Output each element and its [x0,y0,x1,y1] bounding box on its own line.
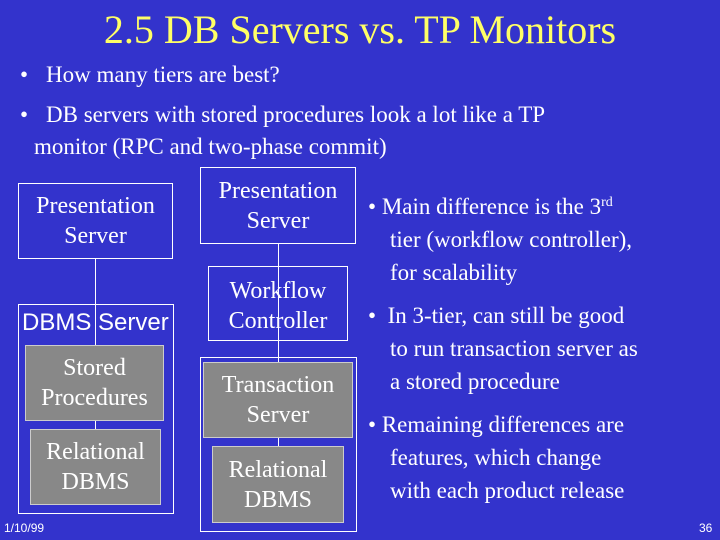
side-bullet-1-line1: Main difference is the 3 [381,194,602,219]
footer-date: 1/10/99 [4,521,45,535]
side-bullet-3-line1: Remaining differences are [381,412,625,437]
box-label: Server [246,207,310,234]
box-label: Relational [228,456,328,483]
bullet-icon: • [368,412,377,437]
box-label: DBMS [61,469,130,495]
side-bullet-2-line1: In 3-tier, can still be good [387,303,625,328]
box-label: Stored [63,355,126,381]
stored-procedures-box: Stored Procedures [25,345,164,421]
box-label: Workflow [229,277,327,304]
box-label: Presentation [36,193,155,219]
ordinal-suffix: rd [601,195,613,210]
side-bullet-2-line2: to run transaction server as [390,336,638,361]
box-label: Server [246,402,310,428]
side-bullet-3: • Remaining differences are features, wh… [368,408,624,507]
connector-line [278,438,279,446]
top-bullet-1: • How many tiers are best? [20,60,280,89]
side-bullet-1-line3: for scalability [390,260,518,285]
side-bullet-2: • In 3-tier, can still be good to run tr… [368,299,638,398]
side-bullet-1-line2: tier (workflow controller), [390,227,633,252]
bullet-icon: • [20,102,29,127]
left-relational-dbms-box: Relational DBMS [30,429,161,505]
connector-line [95,421,96,429]
left-presentation-server-box: Presentation Server [18,183,173,259]
top-bullet-2-line1: DB servers with stored procedures look a… [46,102,546,127]
box-label: Transaction [221,372,335,398]
slide-title: 2.5 DB Servers vs. TP Monitors [103,7,617,52]
side-bullet-1: • Main difference is the 3rd tier (workf… [368,190,632,289]
bullet-icon: • [20,62,29,87]
box-label: DBMS [243,486,313,513]
top-bullet-2: • DB servers with stored procedures look … [20,100,545,129]
top-bullet-2-line2: monitor (RPC and two-phase commit) [34,134,387,159]
right-relational-dbms-box: Relational DBMS [212,446,344,523]
dbms-server-label: DBMS Server [22,309,169,336]
box-label: Presentation [218,177,338,204]
bullet-icon: • [368,303,377,328]
page-number: 36 [699,521,713,535]
box-label: Procedures [41,385,148,411]
side-bullet-3-line2: features, which change [390,445,602,470]
bullet-icon: • [368,194,377,219]
workflow-controller-box: Workflow Controller [208,266,348,341]
side-bullet-2-line3: a stored procedure [390,369,560,394]
top-bullet-1-text: How many tiers are best? [46,62,280,87]
right-presentation-server-box: Presentation Server [200,167,356,244]
transaction-server-box: Transaction Server [203,362,353,438]
box-label: Server [64,223,127,249]
box-label: Controller [228,307,328,334]
side-bullet-3-line3: with each product release [390,478,625,503]
box-label: Relational [46,439,145,465]
